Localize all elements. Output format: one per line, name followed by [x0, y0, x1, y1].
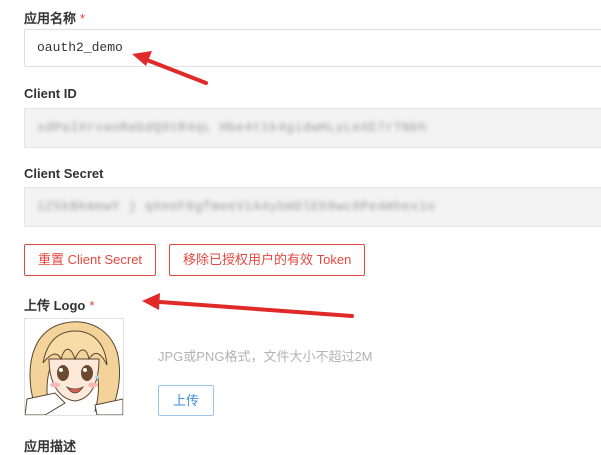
client-secret-value: 1Z5kBkmewY j qXeeF6gfmeeViA4ybmDlEb9wc8P… [37, 199, 436, 214]
oauth-app-form: 应用名称 * oauth2_demo Client ID xdPaIXrvaoRa… [0, 0, 601, 455]
annotation-arrow-logo [142, 293, 354, 318]
anime-girl-avatar-icon [25, 319, 123, 415]
logo-upload-hint: JPG或PNG格式，文件大小不超过2M [158, 349, 373, 364]
app-name-label: 应用名称 * [24, 11, 86, 26]
logo-preview [24, 318, 124, 416]
required-mark: * [80, 11, 86, 26]
app-name-input[interactable]: oauth2_demo [24, 29, 601, 67]
client-secret-field[interactable]: 1Z5kBkmewY j qXeeF6gfmeeViA4ybmDlEb9wc8P… [24, 187, 601, 227]
client-id-label: Client ID [24, 86, 77, 101]
logo-label: 上传 Logo * [24, 298, 95, 313]
app-description-label: 应用描述 [24, 439, 77, 454]
client-id-field[interactable]: xdPaIXrvaoRabdQ9tR4qL Hbe4t1k4gidwHLyLeX… [24, 108, 601, 148]
upload-button[interactable]: 上传 [158, 385, 214, 416]
reset-client-secret-button[interactable]: 重置 Client Secret [24, 244, 157, 276]
remove-authorized-tokens-button[interactable]: 移除已授权用户的有效 Token [169, 244, 366, 276]
required-mark: * [89, 298, 95, 313]
client-secret-label: Client Secret [24, 166, 104, 181]
client-id-value: xdPaIXrvaoRabdQ9tR4qL Hbe4t1k4gidwHLyLeX… [37, 120, 428, 135]
